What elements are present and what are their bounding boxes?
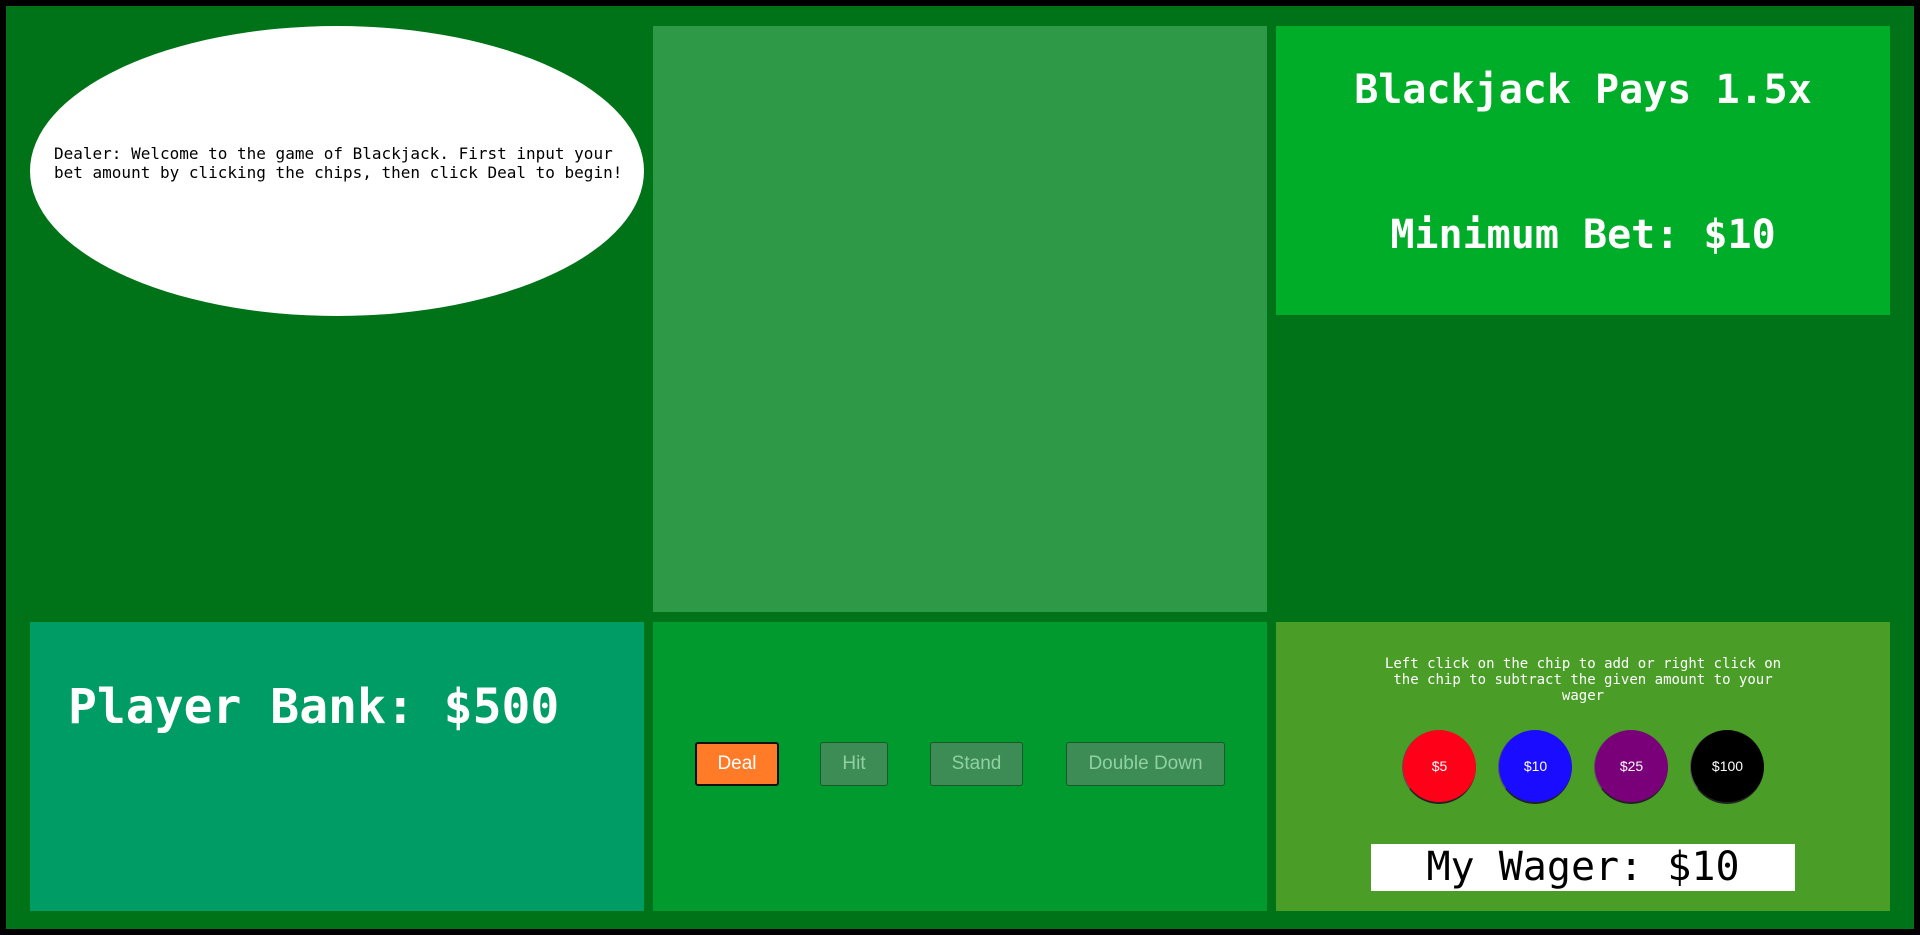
blackjack-table: Dealer: Welcome to the game of Blackjack… <box>6 6 1914 929</box>
card-area <box>653 26 1267 612</box>
minimum-bet-text: Minimum Bet: $10 <box>1390 212 1776 258</box>
chip-25[interactable]: $25 <box>1594 730 1668 804</box>
dealer-speech-bubble: Dealer: Welcome to the game of Blackjack… <box>30 26 644 316</box>
hit-button[interactable]: Hit <box>820 742 888 786</box>
deal-button[interactable]: Deal <box>695 742 779 786</box>
info-panel: Blackjack Pays 1.5x Minimum Bet: $10 <box>1276 26 1890 315</box>
wager-panel: Left click on the chip to add or right c… <box>1276 622 1890 911</box>
stand-button[interactable]: Stand <box>930 742 1023 786</box>
my-wager: My Wager: $10 <box>1371 844 1795 891</box>
player-bank: Player Bank: $500 <box>68 679 560 735</box>
wager-instructions: Left click on the chip to add or right c… <box>1384 656 1782 704</box>
chip-5[interactable]: $5 <box>1402 730 1476 804</box>
payout-text: Blackjack Pays 1.5x <box>1354 67 1812 113</box>
player-bank-panel: Player Bank: $500 <box>30 622 644 911</box>
chip-10[interactable]: $10 <box>1498 730 1572 804</box>
controls-panel: Deal Hit Stand Double Down <box>653 622 1267 911</box>
chip-100[interactable]: $100 <box>1690 730 1764 804</box>
dealer-message: Dealer: Welcome to the game of Blackjack… <box>54 144 623 182</box>
double-down-button[interactable]: Double Down <box>1066 742 1225 786</box>
